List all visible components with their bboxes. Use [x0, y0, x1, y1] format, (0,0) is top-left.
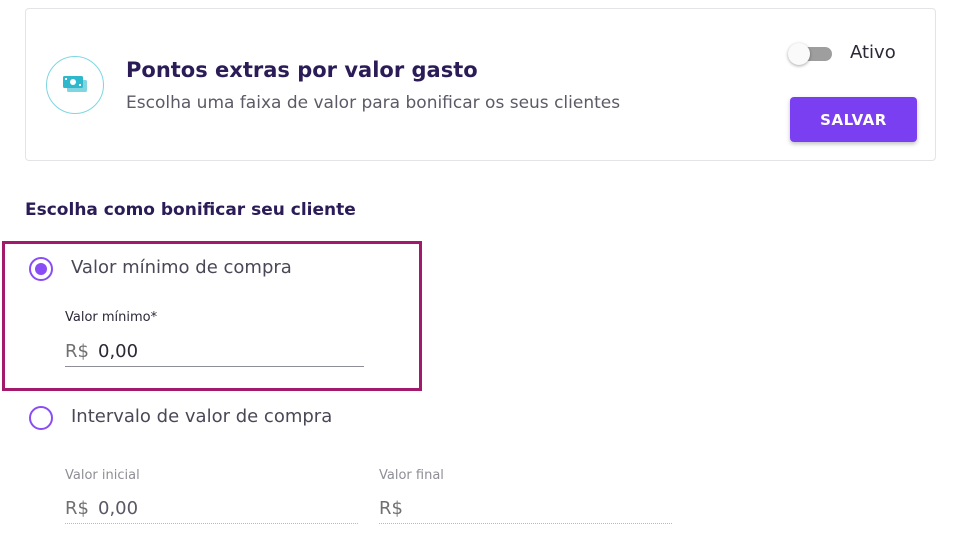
card-title: Pontos extras por valor gasto: [126, 58, 478, 82]
field-label-initial-value: Valor inicial: [65, 468, 140, 483]
min-value-input[interactable]: [98, 338, 298, 364]
radio-min-value[interactable]: [29, 257, 53, 281]
initial-value-field[interactable]: R$: [65, 493, 358, 524]
section-title: Escolha como bonificar seu cliente: [25, 200, 356, 220]
initial-value-input[interactable]: [98, 495, 298, 521]
currency-prefix: R$: [65, 498, 89, 519]
currency-prefix: R$: [65, 341, 89, 362]
radio-selected-dot: [35, 263, 47, 275]
radio-range[interactable]: [29, 406, 53, 430]
min-value-field[interactable]: R$: [65, 336, 364, 367]
feature-card: Pontos extras por valor gasto Escolha um…: [25, 8, 936, 161]
field-label-final-value: Valor final: [379, 468, 444, 483]
toggle-label: Ativo: [850, 42, 896, 63]
field-label-min-value: Valor mínimo*: [65, 310, 158, 325]
final-value-input[interactable]: [412, 495, 612, 521]
final-value-field[interactable]: R$: [379, 493, 672, 524]
currency-prefix: R$: [379, 498, 403, 519]
page: Pontos extras por valor gasto Escolha um…: [0, 0, 973, 560]
toggle-knob: [788, 43, 810, 65]
card-subtitle: Escolha uma faixa de valor para bonifica…: [126, 93, 621, 113]
save-button[interactable]: SALVAR: [790, 97, 917, 142]
active-toggle[interactable]: [788, 43, 836, 65]
money-bills-icon: [46, 56, 104, 114]
radio-label-min-value[interactable]: Valor mínimo de compra: [71, 257, 292, 278]
radio-label-range[interactable]: Intervalo de valor de compra: [71, 406, 332, 427]
